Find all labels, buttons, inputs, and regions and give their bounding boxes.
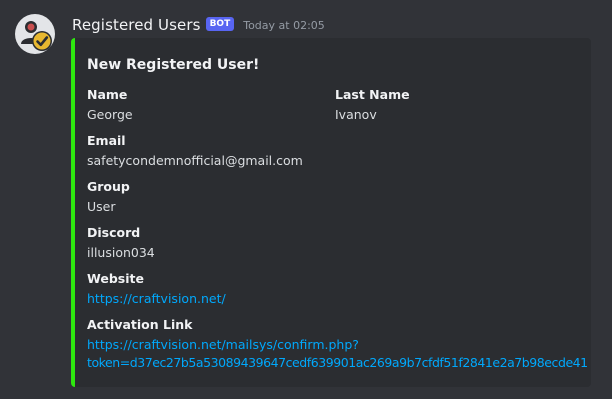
activation-link[interactable]: https://craftvision.net/mailsys/confirm.… xyxy=(87,336,588,372)
field-name: Name George xyxy=(87,86,133,124)
field-label: Name xyxy=(87,87,128,102)
field-value: safetycondemnofficial@gmail.com xyxy=(87,153,303,168)
field-value: User xyxy=(87,199,116,214)
bot-badge: BOT xyxy=(205,17,235,31)
field-activation-link: Activation Link https://craftvision.net/… xyxy=(87,316,588,372)
field-value: Ivanov xyxy=(335,107,377,122)
username[interactable]: Registered Users xyxy=(72,16,201,34)
message-timestamp[interactable]: Today at 02:05 xyxy=(243,19,325,32)
field-website: Website https://craftvision.net/ xyxy=(87,270,226,308)
bot-message: Registered Users BOT Today at 02:05 New … xyxy=(0,0,612,399)
field-value: illusion034 xyxy=(87,245,155,260)
field-label: Last Name xyxy=(335,87,410,102)
field-group: Group User xyxy=(87,178,130,216)
embed-card: New Registered User! Name George Last Na… xyxy=(71,38,591,387)
field-label: Activation Link xyxy=(87,317,193,332)
field-label: Website xyxy=(87,271,144,286)
field-label: Group xyxy=(87,179,130,194)
message-header: Registered Users BOT Today at 02:05 xyxy=(72,15,325,35)
field-email: Email safetycondemnofficial@gmail.com xyxy=(87,132,303,170)
field-label: Email xyxy=(87,133,126,148)
field-label: Discord xyxy=(87,225,141,240)
registered-user-checkmark-icon xyxy=(15,14,55,54)
activation-link-line-1[interactable]: https://craftvision.net/mailsys/confirm.… xyxy=(87,336,588,354)
field-discord: Discord illusion034 xyxy=(87,224,155,262)
website-link[interactable]: https://craftvision.net/ xyxy=(87,290,226,308)
field-last-name: Last Name Ivanov xyxy=(335,86,410,124)
bot-avatar[interactable] xyxy=(15,14,55,54)
activation-link-line-2[interactable]: token=d37ec27b5a53089439647cedf639901ac2… xyxy=(87,354,588,372)
field-value: George xyxy=(87,107,133,122)
embed-title: New Registered User! xyxy=(87,57,260,73)
